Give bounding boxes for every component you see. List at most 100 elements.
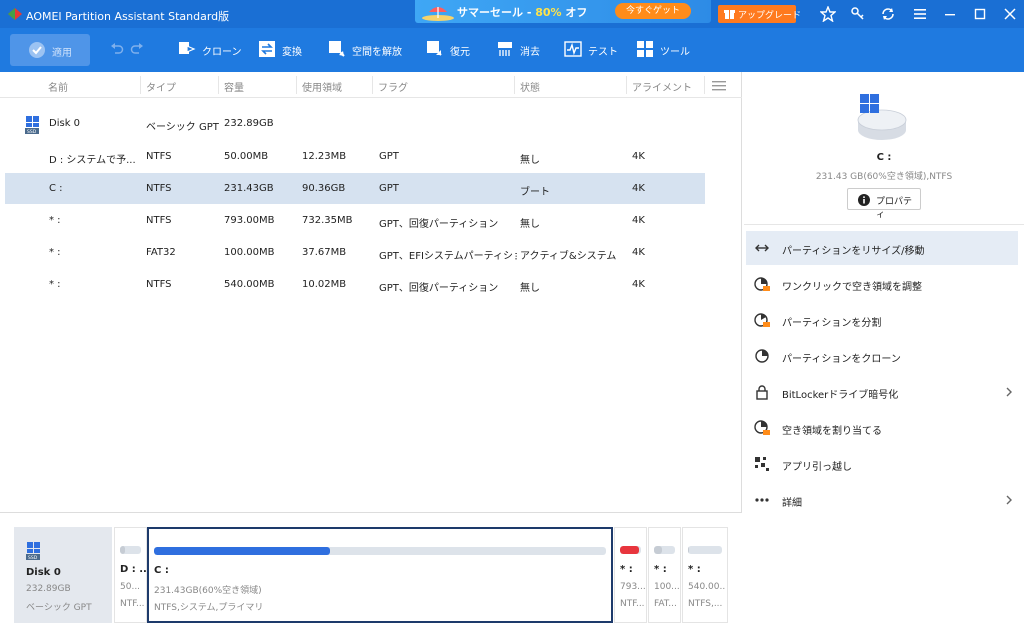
cell-capacity: 793.00MB <box>224 215 275 226</box>
cell-name: * : <box>49 279 61 290</box>
column-type[interactable]: タイプ <box>146 79 176 94</box>
partition-label: D : ... <box>120 564 146 575</box>
allocate-free-space-item[interactable]: 空き領域を割り当てる <box>746 411 1018 445</box>
info-icon <box>858 194 870 206</box>
key-icon[interactable] <box>850 6 866 22</box>
disk-row[interactable]: SSD Disk 0 ベーシック GPT 232.89GB <box>5 108 705 139</box>
column-flag[interactable]: フラグ <box>378 79 408 94</box>
restore-icon <box>427 41 442 56</box>
star-icon[interactable] <box>820 6 836 22</box>
cell-flag: GPT <box>379 183 399 194</box>
partition-block[interactable]: * : 540.00... NTFS,... <box>682 527 728 623</box>
column-divider[interactable] <box>372 76 373 94</box>
partition-block[interactable]: * : 793... NTF... <box>614 527 647 623</box>
table-row[interactable]: * : NTFS 540.00MB 10.02MB GPT、回復パーティション … <box>5 269 705 300</box>
partition-block[interactable]: D : ... 50... NTF... <box>114 527 147 623</box>
one-click-adjust-space-item[interactable]: ワンクリックで空き領域を調整 <box>746 267 1018 301</box>
clone-partition-item[interactable]: パーティションをクローン <box>746 339 1018 373</box>
cell-used: 12.23MB <box>302 151 347 162</box>
column-divider[interactable] <box>296 76 297 94</box>
bitlocker-icon <box>756 385 768 400</box>
table-row-selected[interactable]: C : NTFS 231.43GB 90.36GB GPT ブート 4K <box>5 173 705 204</box>
column-divider[interactable] <box>140 76 141 94</box>
usage-bar <box>688 546 722 554</box>
bitlocker-encryption-item[interactable]: BitLockerドライブ暗号化 <box>746 375 1018 409</box>
test-icon <box>564 41 582 57</box>
split-partition-item[interactable]: パーティションを分割 <box>746 303 1018 337</box>
cell-name: D : システムで予... <box>49 155 136 166</box>
column-divider[interactable] <box>218 76 219 94</box>
upgrade-button[interactable]: アップグレード <box>718 5 801 23</box>
menu-icon[interactable] <box>912 6 928 22</box>
minimize-icon[interactable] <box>942 6 958 22</box>
cell-name: * : <box>49 247 61 258</box>
apply-button[interactable]: 適用 <box>10 34 90 66</box>
cell-flag: GPT、回復パーティション <box>379 219 499 230</box>
resize-icon <box>755 244 769 252</box>
clone-icon <box>179 42 196 54</box>
usage-fill <box>620 546 640 554</box>
promo-text: サマーセール - 80% オフ <box>457 6 588 19</box>
cell-capacity: 231.43GB <box>224 183 274 194</box>
disk-map-size: 232.89GB <box>26 584 71 594</box>
partition-label: * : <box>620 564 633 575</box>
column-divider[interactable] <box>704 76 705 94</box>
column-used[interactable]: 使用領域 <box>302 79 342 94</box>
cell-name: * : <box>49 215 61 226</box>
cell-status: 無し <box>520 283 540 294</box>
usage-fill <box>688 546 689 554</box>
partition-label: C : <box>154 565 169 576</box>
table-row[interactable]: * : NTFS 793.00MB 732.35MB GPT、回復パーティション… <box>5 205 705 236</box>
column-settings-icon[interactable] <box>712 80 726 92</box>
disk-card[interactable]: SSD Disk 0 232.89GB ベーシック GPT <box>14 527 112 623</box>
usage-fill <box>154 547 331 555</box>
partition-block[interactable]: * : 100... FAT... <box>648 527 681 623</box>
table-row[interactable]: * : FAT32 100.00MB 37.67MB GPT、EFIシステムパー… <box>5 237 705 268</box>
undo-icon[interactable] <box>110 42 124 56</box>
panel-footer <box>742 512 1024 640</box>
cell-status: 無し <box>520 219 540 230</box>
column-divider[interactable] <box>514 76 515 94</box>
refresh-icon[interactable] <box>880 6 896 22</box>
partition-size: 540.00... <box>688 582 726 592</box>
cell-alignment: 4K <box>632 215 645 226</box>
cell-type: NTFS <box>146 215 172 226</box>
maximize-icon[interactable] <box>972 6 988 22</box>
resize-move-partition-item[interactable]: パーティションをリサイズ/移動 <box>746 231 1018 265</box>
column-status[interactable]: 状態 <box>520 79 540 94</box>
convert-icon <box>259 41 275 57</box>
cell-alignment: 4K <box>632 151 645 162</box>
promo-get-button[interactable]: 今すぐゲット <box>615 3 691 19</box>
partition-block-selected[interactable]: C : 231.43GB(60%空き領域) NTFS,システム,プライマリ <box>147 527 613 623</box>
cell-used: 732.35MB <box>302 215 353 226</box>
close-icon[interactable] <box>1002 6 1018 22</box>
disk-capacity: 232.89GB <box>224 118 274 129</box>
window-title: AOMEI Partition Assistant Standard版 <box>26 10 230 23</box>
column-capacity[interactable]: 容量 <box>224 79 244 94</box>
redo-icon[interactable] <box>130 42 144 56</box>
app-mover-item[interactable]: アプリ引っ越し <box>746 447 1018 481</box>
promo-banner[interactable]: サマーセール - 80% オフ 今すぐゲット <box>415 0 711 23</box>
cell-flag: GPT、EFIシステムパーティション <box>379 251 517 262</box>
disk-name: Disk 0 <box>49 118 81 129</box>
partition-fs: NTFS,... <box>688 599 723 609</box>
check-circle-icon <box>29 42 45 58</box>
partition-size: 231.43GB(60%空き領域) <box>154 586 262 596</box>
cell-status: アクティブ&システム <box>520 251 617 262</box>
disk-map-type: ベーシック GPT <box>26 603 92 613</box>
cell-capacity: 540.00MB <box>224 279 275 290</box>
chevron-right-icon <box>1006 495 1012 505</box>
usage-bar <box>620 546 641 554</box>
column-name[interactable]: 名前 <box>48 79 68 94</box>
partition-fs: FAT... <box>654 599 677 609</box>
cell-alignment: 4K <box>632 183 645 194</box>
partition-label: * : <box>654 564 667 575</box>
gift-icon <box>724 10 735 19</box>
cell-status: 無し <box>520 155 540 166</box>
column-divider[interactable] <box>626 76 627 94</box>
column-alignment[interactable]: アライメント <box>632 79 692 94</box>
table-row[interactable]: D : システムで予... NTFS 50.00MB 12.23MB GPT 無… <box>5 141 705 172</box>
cell-type: NTFS <box>146 279 172 290</box>
properties-button[interactable]: プロパティ <box>847 188 921 220</box>
allocate-icon <box>754 420 770 435</box>
